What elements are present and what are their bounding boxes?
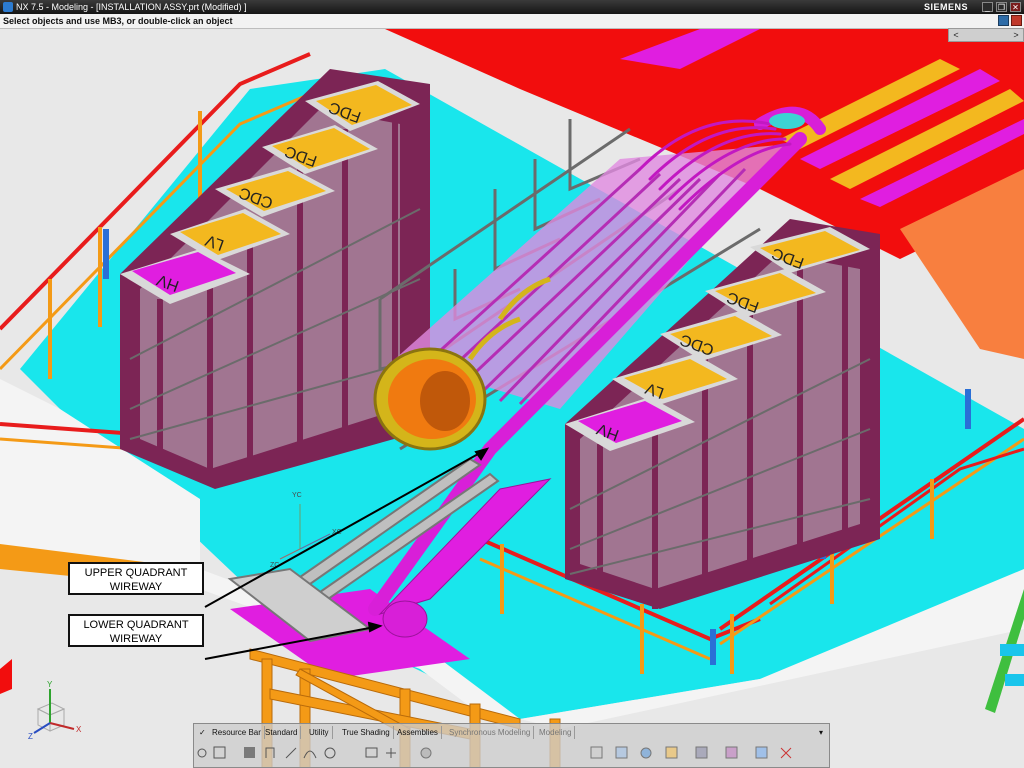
view-triad-x: X <box>76 725 82 734</box>
delete-icon[interactable] <box>780 747 792 759</box>
tab-synchronous-modeling[interactable]: Synchronous Modeling <box>446 726 535 739</box>
wireway-fitting <box>769 113 805 129</box>
graphics-window[interactable]: FDC FDC CDC LV HV FDC FDC CDC LV HV YC Z… <box>0 29 1024 768</box>
profile-icon[interactable] <box>265 747 275 758</box>
tab-resource-bar[interactable]: Resource Bar <box>209 726 265 739</box>
boss-icon[interactable] <box>665 746 678 759</box>
hole-icon[interactable] <box>640 747 652 759</box>
shaded-icon[interactable] <box>244 747 255 758</box>
view-next-button[interactable]: > <box>1009 29 1023 41</box>
fillet-icon[interactable] <box>420 747 432 759</box>
view-triad-z: Z <box>28 732 33 741</box>
toolbar-icon-row <box>197 746 792 759</box>
tab-true-shading[interactable]: True Shading <box>339 726 394 739</box>
callout-upper-line1: UPPER QUADRANT <box>84 567 188 579</box>
callout-lower-wireway: LOWER QUADRANT WIREWAY <box>68 614 204 647</box>
nx-app-icon[interactable] <box>3 2 13 12</box>
restore-window-icon[interactable] <box>998 15 1009 26</box>
tab-modeling[interactable]: Modeling <box>536 726 576 739</box>
point-icon[interactable] <box>386 748 396 758</box>
revolve-icon[interactable] <box>615 746 628 759</box>
view-navigator: < > <box>948 28 1024 42</box>
tab-standard[interactable]: Standard <box>262 726 302 739</box>
circle-icon[interactable] <box>324 747 336 759</box>
callout-upper-wireway: UPPER QUADRANT WIREWAY <box>68 562 204 595</box>
tab-assemblies[interactable]: Assemblies <box>394 726 442 739</box>
close-button[interactable]: ✕ <box>1010 2 1021 12</box>
gear-icon[interactable] <box>197 748 207 758</box>
callout-lower-line2: WIREWAY <box>109 633 163 645</box>
cue-line: Select objects and use MB3, or double-cl… <box>0 14 1024 29</box>
view-prev-button[interactable]: < <box>949 29 963 41</box>
cue-line-text: Select objects and use MB3, or double-cl… <box>3 16 233 26</box>
tab-utility[interactable]: Utility <box>306 726 333 739</box>
title-bar: NX 7.5 - Modeling - [INSTALLATION ASSY.p… <box>0 0 1024 14</box>
close-part-icon[interactable] <box>1011 15 1022 26</box>
unite-icon[interactable] <box>725 746 738 759</box>
restore-button[interactable]: ❐ <box>996 2 1007 12</box>
pattern-icon[interactable] <box>695 746 708 759</box>
callout-lower-line1: LOWER QUADRANT <box>83 619 189 631</box>
rectangle-icon[interactable] <box>365 747 378 758</box>
wcs-y-label: YC <box>292 492 302 499</box>
line-icon[interactable] <box>285 747 297 759</box>
extrude-icon[interactable] <box>590 746 603 759</box>
new-sketch-icon[interactable] <box>213 746 226 759</box>
subtract-icon[interactable] <box>755 746 768 759</box>
siemens-brand: SIEMENS <box>924 2 969 12</box>
window-title: NX 7.5 - Modeling - [INSTALLATION ASSY.p… <box>16 2 247 12</box>
arc-icon[interactable] <box>303 750 317 759</box>
toolbar-dock: ✓ Resource Bar Standard Utility True Sha… <box>193 723 830 768</box>
view-triad-y: Y <box>47 680 53 689</box>
callout-upper-line2: WIREWAY <box>109 581 163 593</box>
minimize-button[interactable]: _ <box>982 2 993 12</box>
toolbar-options-icon[interactable]: ▾ <box>816 726 826 739</box>
